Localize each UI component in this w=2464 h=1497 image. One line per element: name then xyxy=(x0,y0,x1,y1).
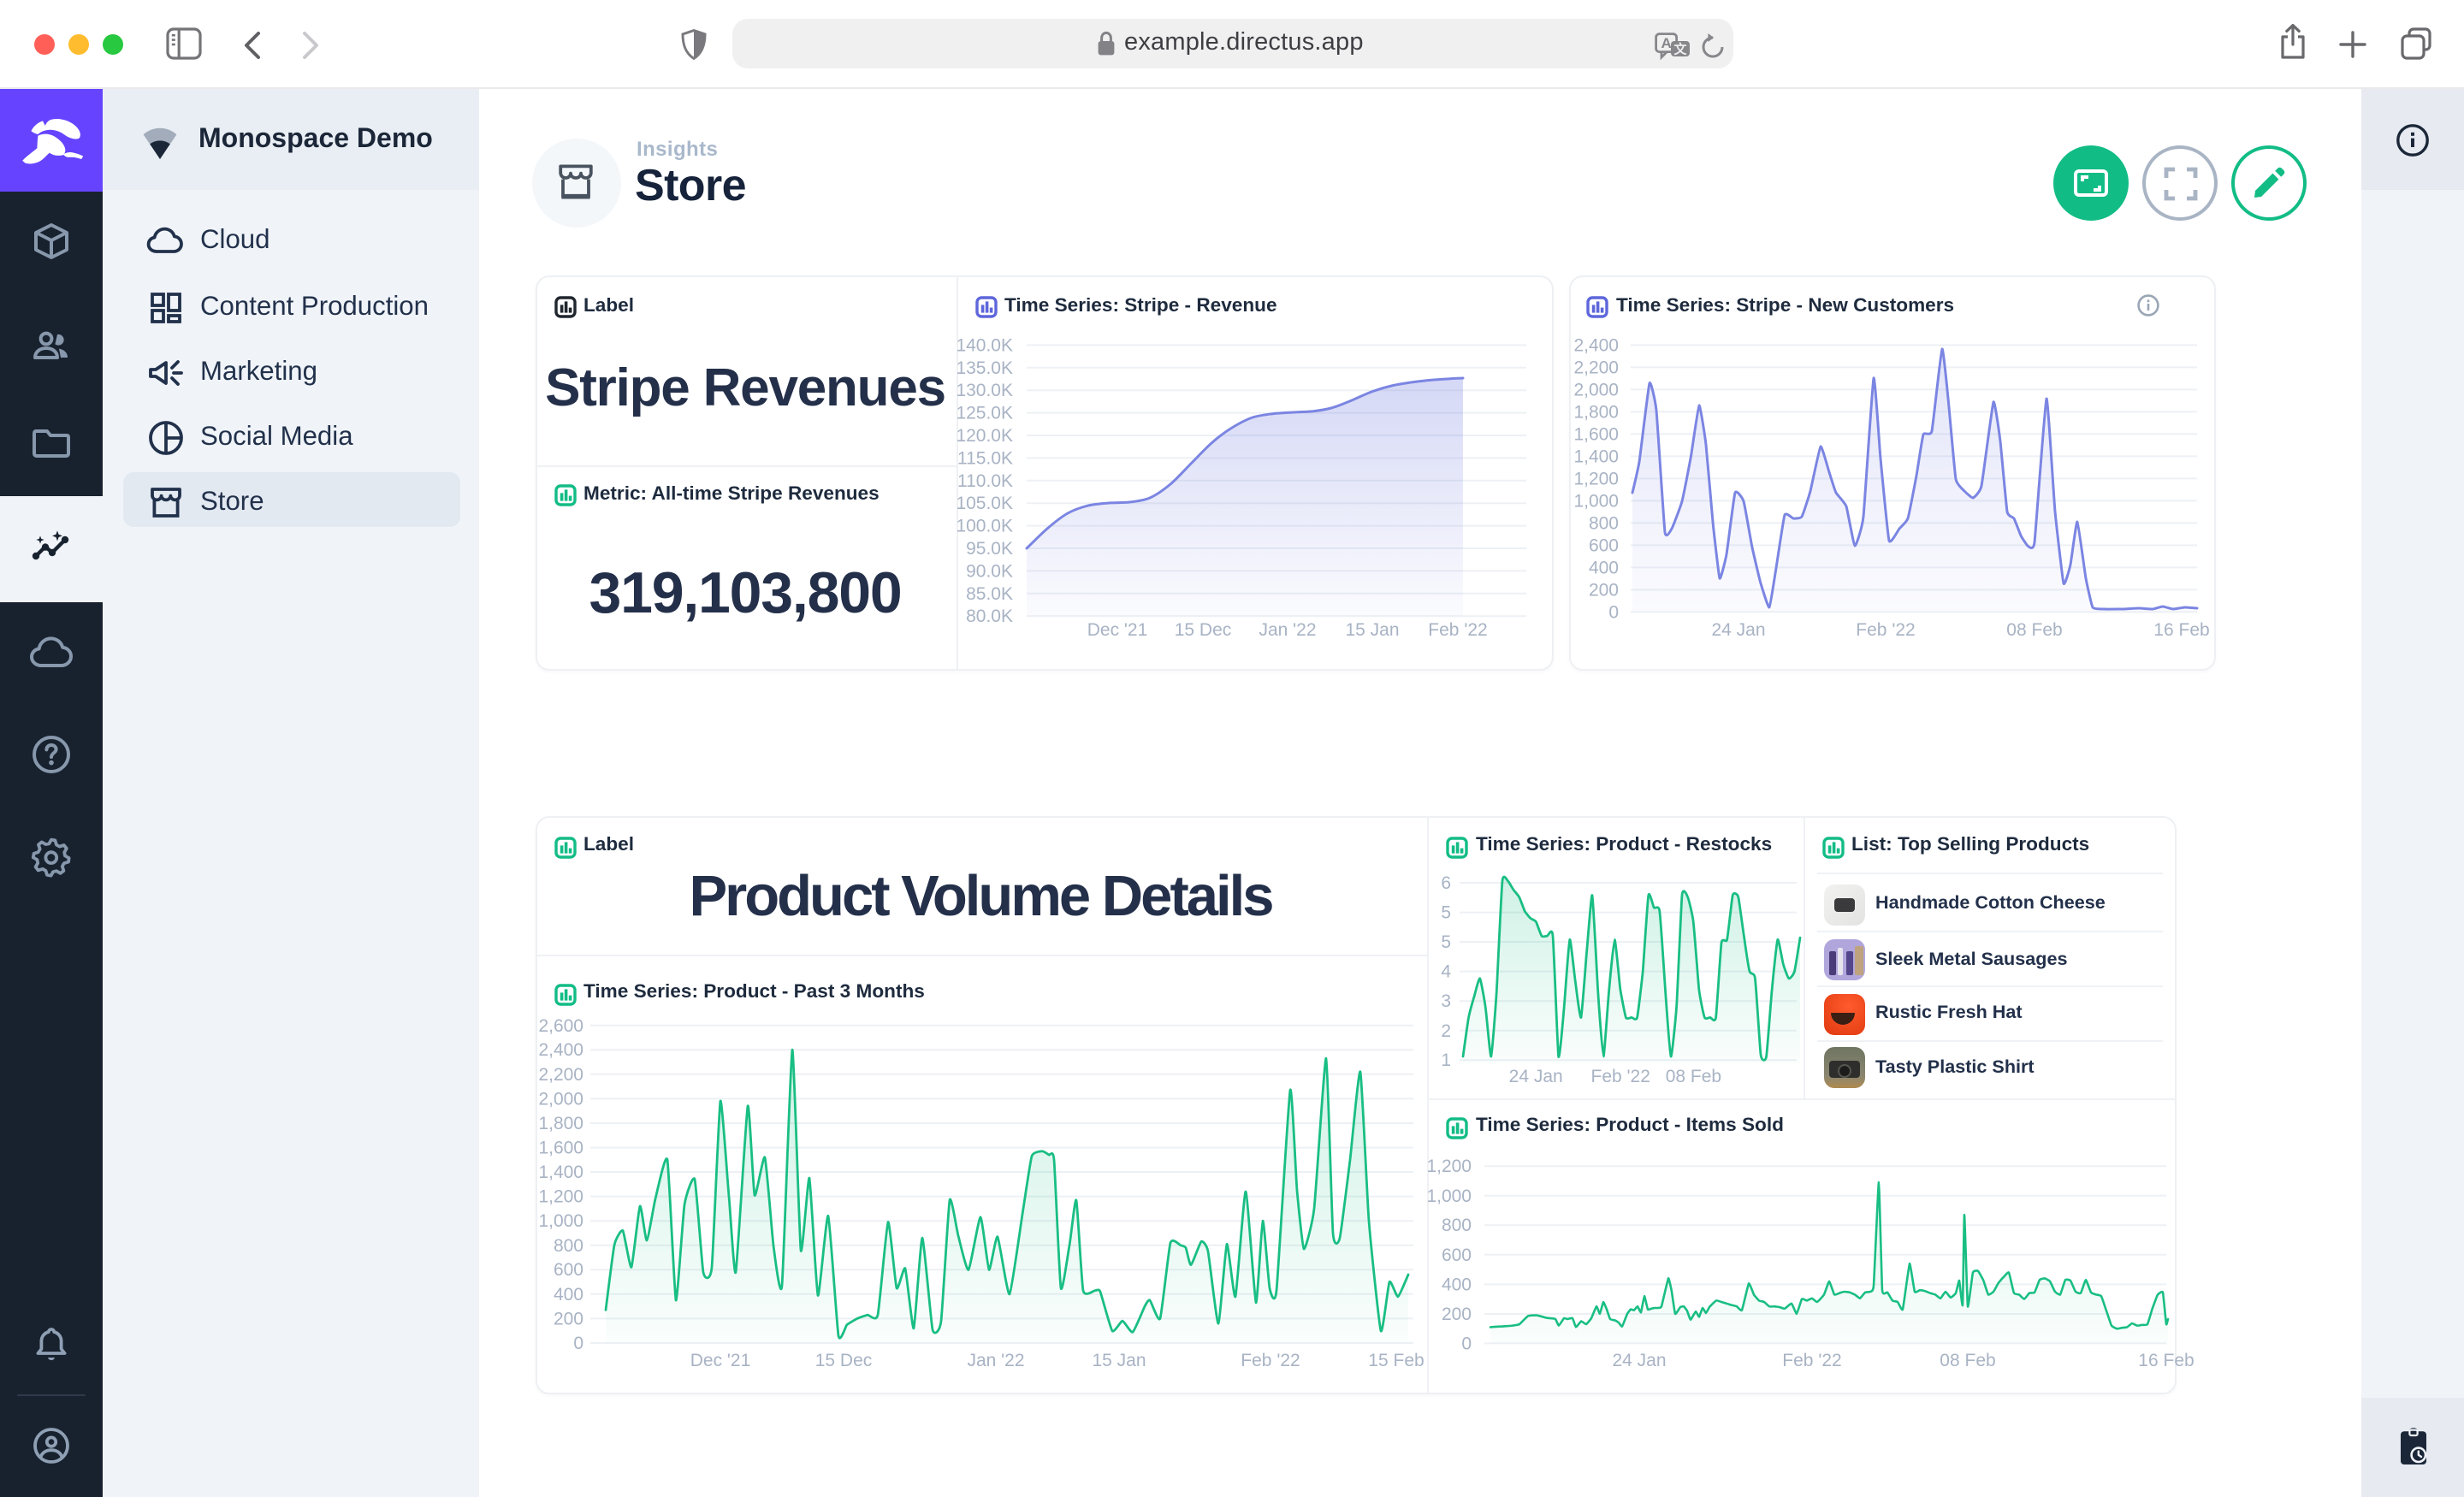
svg-text:15 Dec: 15 Dec xyxy=(815,1351,873,1370)
svg-text:Dec '21: Dec '21 xyxy=(690,1351,751,1370)
svg-text:0: 0 xyxy=(573,1334,583,1353)
svg-text:135.0K: 135.0K xyxy=(956,358,1013,378)
svg-text:105.0K: 105.0K xyxy=(956,494,1013,513)
svg-text:2,400: 2,400 xyxy=(538,1040,583,1060)
svg-text:1,400: 1,400 xyxy=(538,1163,583,1182)
svg-text:24 Jan: 24 Jan xyxy=(1711,620,1765,640)
svg-text:600: 600 xyxy=(1589,535,1619,555)
svg-text:24 Jan: 24 Jan xyxy=(1509,1067,1563,1086)
svg-text:0: 0 xyxy=(1608,602,1619,622)
svg-text:5: 5 xyxy=(1441,903,1451,923)
svg-text:120.0K: 120.0K xyxy=(956,426,1013,446)
svg-text:2,600: 2,600 xyxy=(538,1016,583,1036)
svg-text:600: 600 xyxy=(554,1260,583,1280)
svg-text:200: 200 xyxy=(1589,580,1619,600)
svg-text:08 Feb: 08 Feb xyxy=(1666,1067,1721,1086)
svg-text:1,200: 1,200 xyxy=(1573,469,1619,488)
svg-text:Feb '22: Feb '22 xyxy=(1856,620,1915,640)
svg-text:16 Feb: 16 Feb xyxy=(2138,1351,2194,1370)
svg-text:1,200: 1,200 xyxy=(538,1187,583,1207)
svg-text:Feb '22: Feb '22 xyxy=(1782,1351,1841,1370)
svg-text:200: 200 xyxy=(554,1309,583,1328)
svg-text:1,000: 1,000 xyxy=(1426,1186,1472,1206)
svg-text:400: 400 xyxy=(1589,558,1619,577)
svg-text:100.0K: 100.0K xyxy=(956,517,1013,536)
svg-text:400: 400 xyxy=(554,1285,583,1305)
svg-text:110.0K: 110.0K xyxy=(957,471,1013,491)
svg-text:4: 4 xyxy=(1441,962,1451,982)
svg-text:125.0K: 125.0K xyxy=(956,404,1013,423)
svg-text:16 Feb: 16 Feb xyxy=(2153,620,2209,640)
svg-text:800: 800 xyxy=(1589,513,1619,533)
svg-text:08 Feb: 08 Feb xyxy=(1940,1351,1995,1370)
svg-text:15 Dec: 15 Dec xyxy=(1175,620,1232,640)
svg-text:1,000: 1,000 xyxy=(1573,491,1619,511)
svg-text:Feb '22: Feb '22 xyxy=(1241,1351,1300,1370)
svg-text:1,200: 1,200 xyxy=(1426,1157,1472,1176)
svg-text:15 Feb: 15 Feb xyxy=(1368,1351,1424,1370)
svg-text:600: 600 xyxy=(1442,1246,1472,1265)
svg-text:80.0K: 80.0K xyxy=(966,606,1013,626)
svg-text:A: A xyxy=(1661,35,1671,51)
svg-text:115.0K: 115.0K xyxy=(957,448,1013,468)
svg-text:Feb '22: Feb '22 xyxy=(1428,620,1487,640)
svg-text:800: 800 xyxy=(554,1236,583,1256)
svg-text:6: 6 xyxy=(1441,873,1451,893)
svg-text:1,800: 1,800 xyxy=(1573,402,1619,422)
svg-text:1,600: 1,600 xyxy=(538,1138,583,1157)
svg-text:Dec '21: Dec '21 xyxy=(1087,620,1148,640)
svg-text:2,400: 2,400 xyxy=(1573,335,1619,355)
svg-text:400: 400 xyxy=(1442,1275,1472,1294)
svg-text:1,800: 1,800 xyxy=(538,1114,583,1133)
svg-text:90.0K: 90.0K xyxy=(966,561,1013,581)
svg-text:130.0K: 130.0K xyxy=(956,381,1013,400)
svg-text:2,000: 2,000 xyxy=(1573,380,1619,399)
svg-text:1,400: 1,400 xyxy=(1573,447,1619,466)
svg-text:85.0K: 85.0K xyxy=(966,584,1013,604)
svg-text:1,000: 1,000 xyxy=(538,1211,583,1231)
svg-text:1: 1 xyxy=(1441,1050,1451,1070)
svg-text:3: 3 xyxy=(1441,991,1451,1011)
svg-text:2,000: 2,000 xyxy=(538,1089,583,1109)
svg-text:24 Jan: 24 Jan xyxy=(1612,1351,1666,1370)
svg-text:2,200: 2,200 xyxy=(538,1065,583,1085)
svg-text:Feb '22: Feb '22 xyxy=(1591,1067,1650,1086)
svg-text:文: 文 xyxy=(1673,41,1687,56)
svg-text:08 Feb: 08 Feb xyxy=(2006,620,2062,640)
svg-text:2,200: 2,200 xyxy=(1573,358,1619,377)
svg-text:Jan '22: Jan '22 xyxy=(1259,620,1316,640)
svg-text:2: 2 xyxy=(1441,1021,1451,1041)
svg-text:95.0K: 95.0K xyxy=(966,539,1013,559)
svg-text:15 Jan: 15 Jan xyxy=(1092,1351,1146,1370)
svg-text:Jan '22: Jan '22 xyxy=(967,1351,1024,1370)
svg-text:5: 5 xyxy=(1441,932,1451,952)
svg-text:15 Jan: 15 Jan xyxy=(1345,620,1399,640)
svg-text:1,600: 1,600 xyxy=(1573,424,1619,444)
svg-text:200: 200 xyxy=(1442,1305,1472,1324)
svg-text:140.0K: 140.0K xyxy=(956,335,1013,355)
svg-text:0: 0 xyxy=(1461,1334,1472,1353)
svg-text:800: 800 xyxy=(1442,1216,1472,1235)
